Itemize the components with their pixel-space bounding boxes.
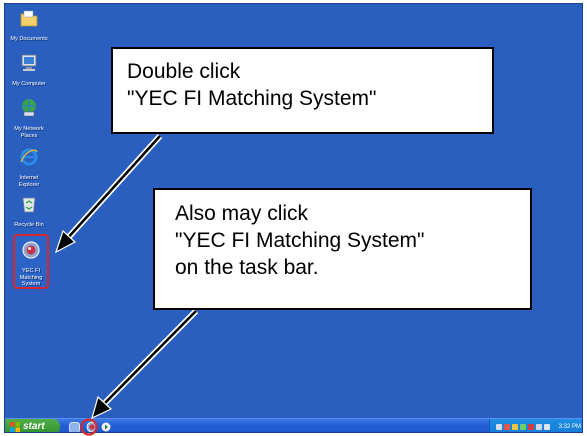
- quick-launch-bar: [69, 420, 129, 433]
- desktop-icon-my-network-places[interactable]: My Network Places: [5, 97, 54, 139]
- folder-icon: [20, 10, 38, 27]
- start-button[interactable]: start: [5, 419, 60, 432]
- desktop-icon-label: YEC FI Matching System: [19, 268, 43, 288]
- desktop-icon-my-computer[interactable]: My Computer: [5, 52, 54, 88]
- tray-icon[interactable]: [544, 424, 550, 430]
- desktop-icon-label: My Computer: [12, 81, 46, 87]
- desktop-icon-internet-explorer[interactable]: Internet Explorer: [5, 146, 54, 188]
- media-player-icon[interactable]: [100, 421, 112, 433]
- tray-icon[interactable]: [520, 424, 526, 430]
- desktop-icon-recycle-bin[interactable]: Recycle Bin: [5, 193, 54, 229]
- desktop-icon-yec-fi-matching-system[interactable]: YEC FI Matching System: [13, 234, 49, 289]
- callout-line: on the task bar.: [175, 256, 319, 279]
- callout-double-click: Double click "YEC FI Matching System": [111, 47, 494, 134]
- callout-line: Also may click: [175, 202, 309, 225]
- system-tray: 3:32 PM: [489, 419, 582, 432]
- yec-fi-quicklaunch-icon[interactable]: [86, 421, 98, 433]
- tray-icon[interactable]: [504, 424, 510, 430]
- callout-line: "YEC FI Matching System": [127, 87, 377, 110]
- desktop-icon-label: My Network Places: [14, 126, 44, 139]
- tray-icon[interactable]: [512, 424, 518, 430]
- network-icon: [22, 99, 36, 117]
- desktop-icon-my-documents[interactable]: My Documents: [5, 7, 54, 43]
- desktop-icon-label: Internet Explorer: [18, 175, 40, 188]
- desktop-icon-label: Recycle Bin: [14, 222, 44, 228]
- internet-explorer-icon: [20, 148, 38, 166]
- clock[interactable]: 3:32 PM: [559, 419, 581, 432]
- tray-icon[interactable]: [496, 424, 502, 430]
- tray-icon[interactable]: [528, 424, 534, 430]
- show-desktop-icon[interactable]: [69, 422, 80, 432]
- callout-line: Double click: [127, 60, 241, 83]
- computer-icon: [21, 54, 37, 71]
- start-label: start: [23, 421, 45, 432]
- recycle-bin-icon: [22, 197, 36, 213]
- callout-taskbar: Also may click "YEC FI Matching System" …: [153, 188, 532, 310]
- desktop-icon-label: My Documents: [10, 36, 48, 42]
- yec-fi-app-icon: [22, 241, 40, 259]
- tray-icon[interactable]: [536, 424, 542, 430]
- windows-logo-icon: [10, 422, 20, 432]
- taskbar: start 3:32 PM: [5, 418, 582, 433]
- callout-line: "YEC FI Matching System": [175, 229, 425, 252]
